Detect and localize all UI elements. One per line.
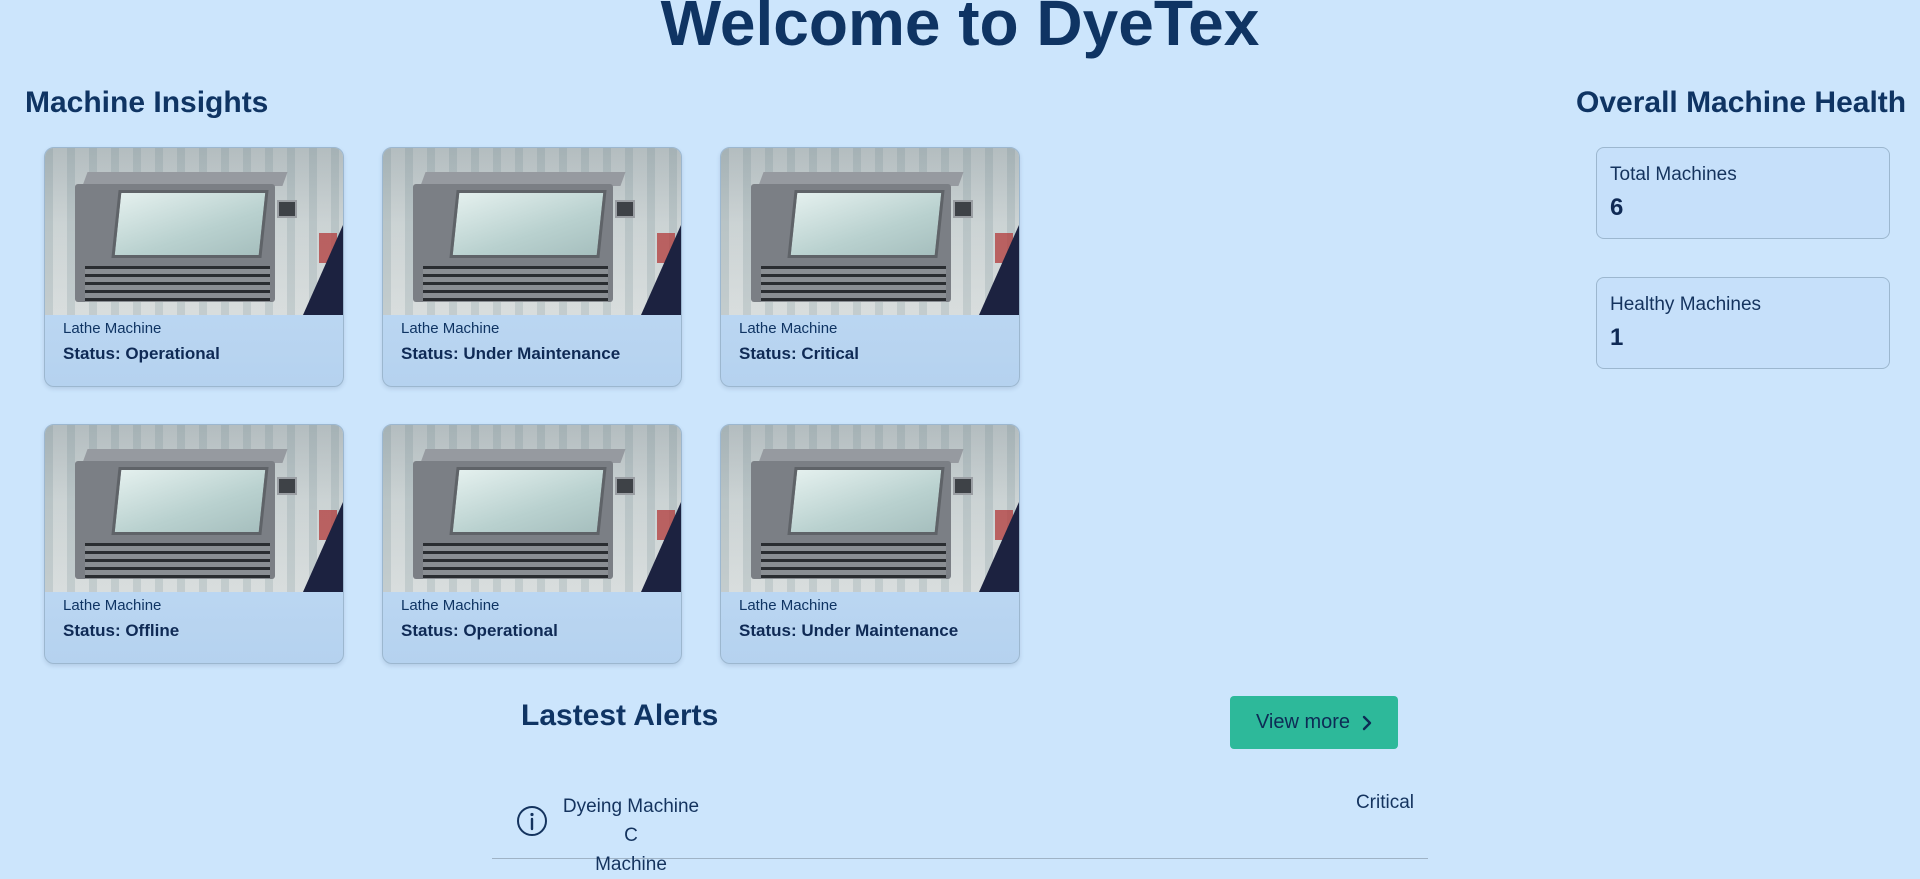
machine-image	[383, 148, 681, 315]
machine-status: Status: Operational	[63, 344, 220, 363]
machine-name: Lathe Machine	[63, 597, 162, 614]
machine-grid: Lathe Machine Status: Operational Lathe …	[44, 147, 1024, 665]
alert-severity: Critical	[1355, 792, 1414, 813]
machine-name: Lathe Machine	[63, 320, 162, 337]
total-machines-card: Total Machines 6	[1596, 147, 1890, 239]
overall-health-title: Overall Machine Health	[1576, 86, 1907, 119]
machine-card[interactable]: Lathe Machine Status: Operational	[382, 424, 682, 664]
machine-status: Status: Critical	[739, 344, 859, 363]
machine-status: Status: Operational	[401, 621, 558, 640]
machine-name: Lathe Machine	[401, 320, 500, 337]
machine-name: Lathe Machine	[739, 320, 838, 337]
machine-card[interactable]: Lathe Machine Status: Under Maintenance	[382, 147, 682, 387]
machine-image	[383, 425, 681, 592]
alert-row[interactable]: Dyeing Machine C Machine Critical	[492, 785, 1428, 875]
machine-card[interactable]: Lathe Machine Status: Operational	[44, 147, 344, 387]
latest-alerts-title: Lastest Alerts	[521, 699, 719, 732]
machine-card[interactable]: Lathe Machine Status: Critical	[720, 147, 1020, 387]
alert-machine-line2: Machine	[595, 854, 667, 875]
machine-name: Lathe Machine	[401, 597, 500, 614]
alert-machine-line1: Dyeing Machine C	[562, 796, 700, 846]
view-more-label: View more	[1255, 711, 1351, 733]
machine-name: Lathe Machine	[739, 597, 838, 614]
machine-card[interactable]: Lathe Machine Status: Under Maintenance	[720, 424, 1020, 664]
machine-status: Status: Offline	[63, 621, 180, 640]
machine-status: Status: Under Maintenance	[401, 344, 621, 363]
machine-image	[721, 425, 1019, 592]
info-icon	[516, 805, 548, 837]
machine-insights-title: Machine Insights	[25, 86, 269, 119]
machine-image	[721, 148, 1019, 315]
stat-label: Total Machines	[1610, 164, 1737, 185]
stat-value: 6	[1610, 194, 1624, 221]
stat-value: 1	[1610, 324, 1624, 351]
stat-label: Healthy Machines	[1610, 294, 1762, 315]
machine-image	[45, 425, 343, 592]
machine-card[interactable]: Lathe Machine Status: Offline	[44, 424, 344, 664]
chevron-right-icon	[1362, 715, 1372, 731]
page-title: Welcome to DyeTex	[660, 0, 1260, 59]
healthy-machines-card: Healthy Machines 1	[1596, 277, 1890, 369]
view-more-button[interactable]: View more	[1230, 696, 1398, 749]
machine-status: Status: Under Maintenance	[739, 621, 959, 640]
machine-image	[45, 148, 343, 315]
alert-machine-name: Dyeing Machine C Machine	[556, 792, 706, 879]
